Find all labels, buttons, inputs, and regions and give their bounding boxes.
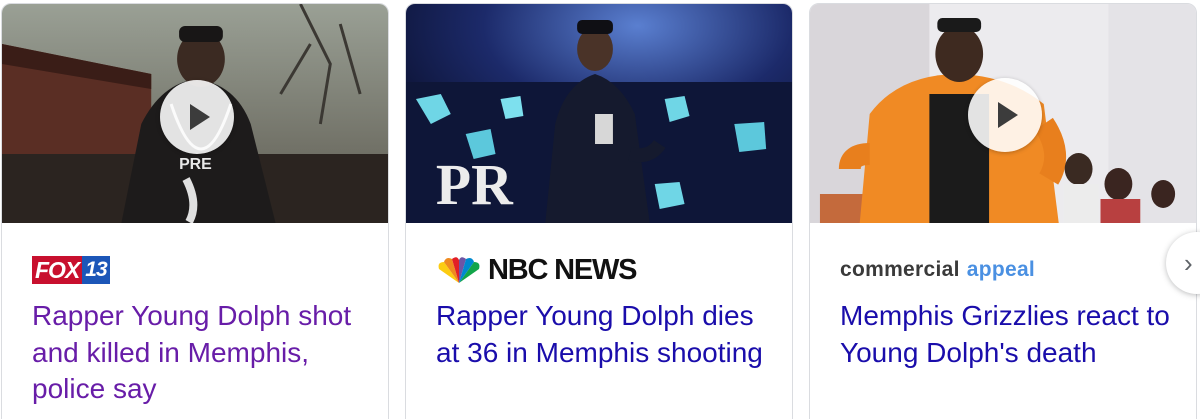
source-logo: NBC NEWS (436, 254, 637, 286)
fox-logo-word: FOX (32, 256, 83, 284)
commercial-appeal-logo: commercial appeal (840, 258, 1035, 282)
headline-link[interactable]: Memphis Grizzlies react to Young Dolph's… (840, 298, 1180, 371)
fox-logo-number: 13 (82, 256, 110, 284)
news-card[interactable]: commercial appeal Memphis Grizzlies reac… (809, 3, 1197, 419)
top-stories-carousel: PRE FOX 13 Rapper Young Dolph shot and k… (0, 0, 1200, 419)
svg-text:PR: PR (436, 152, 514, 217)
peacock-icon (438, 257, 480, 283)
play-button[interactable] (160, 80, 234, 154)
logo-text-appeal: appeal (966, 258, 1036, 281)
play-button[interactable] (968, 78, 1042, 152)
headline-link[interactable]: Rapper Young Dolph dies at 36 in Memphis… (436, 298, 776, 371)
thumbnail-image[interactable] (810, 4, 1196, 223)
news-card[interactable]: PRE FOX 13 Rapper Young Dolph shot and k… (1, 3, 389, 419)
news-card[interactable]: PR NBC NEWS Rapper Young Dolph dies at 3… (405, 3, 793, 419)
headline-link[interactable]: Rapper Young Dolph shot and killed in Me… (32, 298, 372, 408)
source-logo: FOX 13 (32, 254, 110, 286)
play-icon (998, 102, 1018, 128)
thumbnail-image[interactable]: PRE (2, 4, 388, 223)
chevron-right-icon: › (1184, 248, 1193, 278)
fox13-logo: FOX 13 (32, 256, 110, 284)
play-icon (190, 104, 210, 130)
source-logo: commercial appeal (840, 254, 1035, 286)
logo-text-commercial: commercial (840, 258, 960, 281)
thumbnail-image[interactable]: PR (406, 4, 792, 223)
svg-text:PRE: PRE (179, 156, 212, 173)
nbc-news-logo: NBC NEWS (436, 254, 637, 286)
nbc-logo-text: NBC NEWS (488, 254, 637, 286)
